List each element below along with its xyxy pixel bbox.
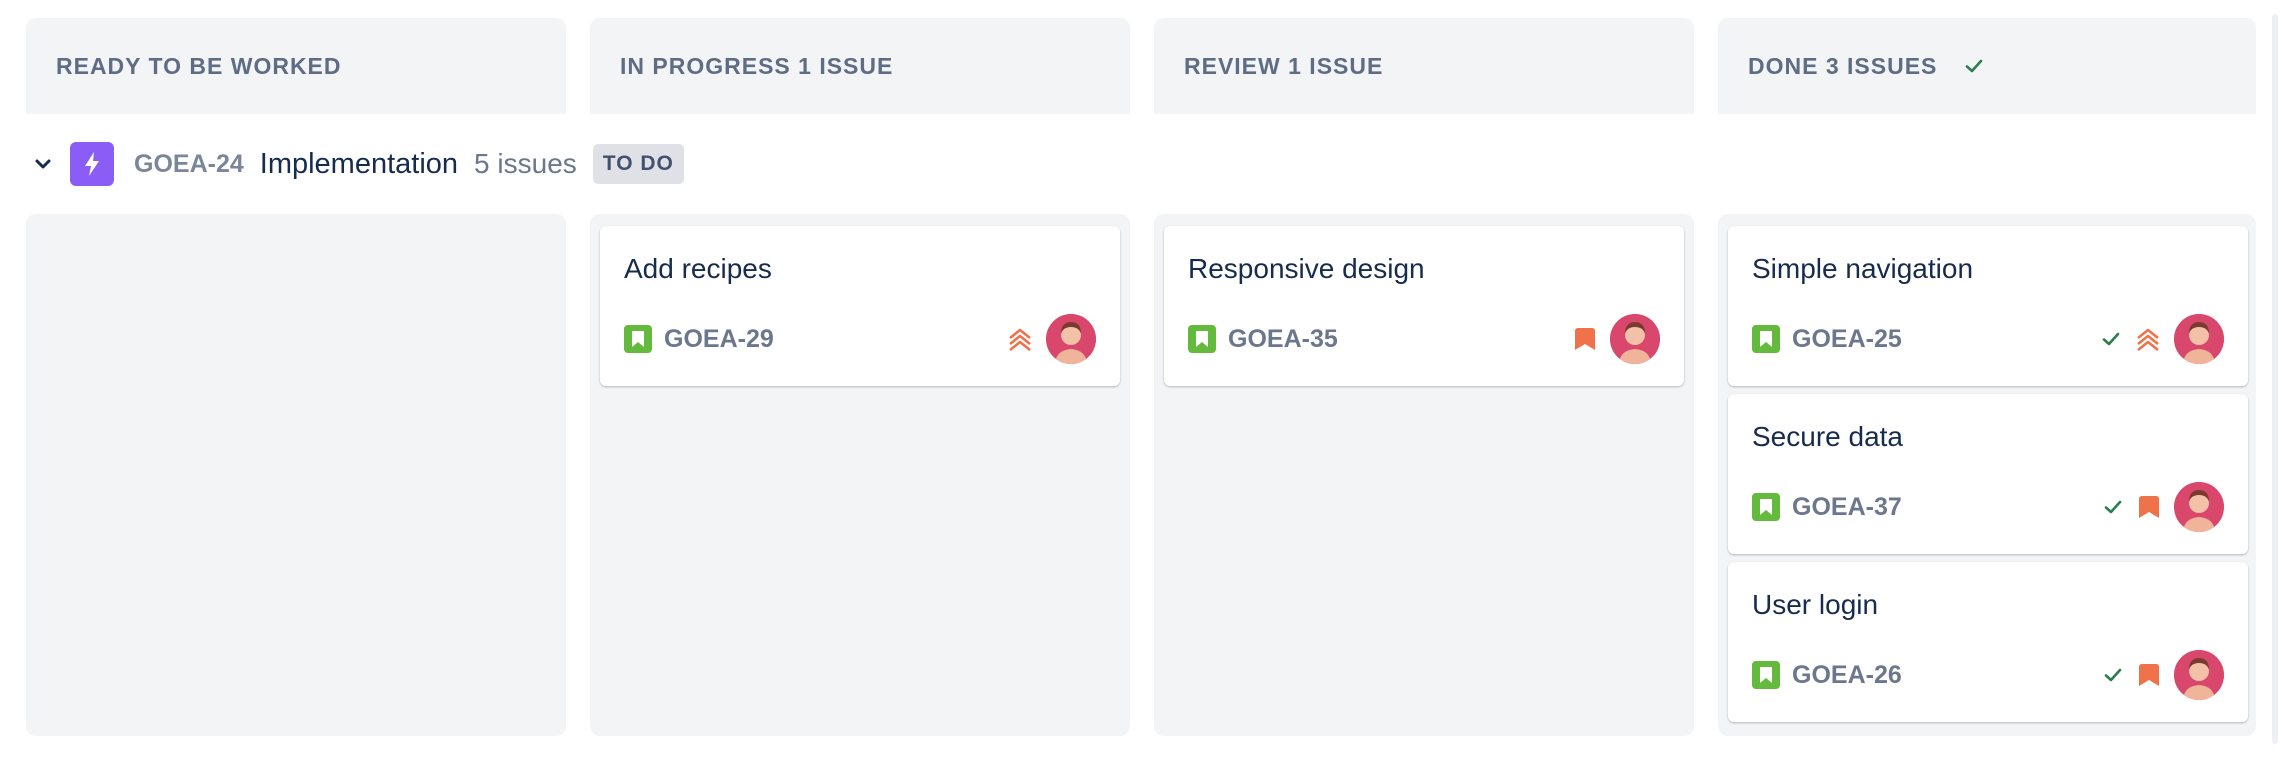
issue-card[interactable]: Secure data GOEA-37: [1728, 394, 2248, 554]
priority-medium-icon: [1572, 325, 1598, 353]
kanban-board: READY TO BE WORKED IN PROGRESS 1 ISSUE R…: [0, 0, 2286, 760]
column-title: REVIEW 1 ISSUE: [1184, 52, 1384, 79]
user-avatar[interactable]: [2174, 650, 2224, 700]
issue-card[interactable]: User login GOEA-26: [1728, 562, 2248, 722]
column-title: READY TO BE WORKED: [56, 52, 342, 79]
column-header-ready[interactable]: READY TO BE WORKED: [26, 18, 566, 114]
story-bookmark-icon: [1188, 325, 1216, 353]
priority-medium-icon: [2136, 661, 2162, 689]
story-bookmark-icon: [1752, 493, 1780, 521]
column-title: DONE 3 ISSUES: [1748, 52, 1938, 79]
column-title: IN PROGRESS 1 ISSUE: [620, 52, 894, 79]
epic-lightning-icon: [70, 142, 114, 186]
check-icon: [1963, 55, 1985, 77]
column-header-done[interactable]: DONE 3 ISSUES: [1718, 18, 2256, 114]
priority-highest-icon: [1006, 325, 1034, 353]
user-avatar[interactable]: [1610, 314, 1660, 364]
user-avatar[interactable]: [2174, 482, 2224, 532]
card-title: Add recipes: [624, 253, 772, 284]
column-header-in-progress[interactable]: IN PROGRESS 1 ISSUE: [590, 18, 1130, 114]
check-icon: [2102, 496, 2124, 518]
card-title: Secure data: [1752, 421, 1903, 452]
column-body-in-progress[interactable]: Add recipes GOEA-29: [590, 214, 1130, 736]
issue-key[interactable]: GOEA-25: [1792, 325, 1902, 354]
check-icon: [2102, 664, 2124, 686]
issue-key[interactable]: GOEA-26: [1792, 661, 1902, 690]
issue-key[interactable]: GOEA-37: [1792, 493, 1902, 522]
card-title: Responsive design: [1188, 253, 1425, 284]
status-badge: TO DO: [592, 144, 684, 184]
story-bookmark-icon: [1752, 661, 1780, 689]
epic-key[interactable]: GOEA-24: [134, 150, 244, 179]
column-header-review[interactable]: REVIEW 1 ISSUE: [1154, 18, 1694, 114]
user-avatar[interactable]: [1046, 314, 1096, 364]
column-body-ready[interactable]: [26, 214, 566, 736]
story-bookmark-icon: [624, 325, 652, 353]
issue-key[interactable]: GOEA-35: [1228, 325, 1338, 354]
vertical-scrollbar[interactable]: [2272, 14, 2278, 744]
chevron-down-icon[interactable]: [30, 151, 56, 177]
issue-card[interactable]: Add recipes GOEA-29: [600, 226, 1120, 386]
check-icon: [2100, 328, 2122, 350]
epic-swimlane-header[interactable]: GOEA-24 Implementation 5 issues TO DO: [30, 140, 684, 188]
story-bookmark-icon: [1752, 325, 1780, 353]
issue-card[interactable]: Simple navigation GOEA-25: [1728, 226, 2248, 386]
issue-key[interactable]: GOEA-29: [664, 325, 774, 354]
card-title: Simple navigation: [1752, 253, 1974, 284]
column-body-review[interactable]: Responsive design GOEA-35: [1154, 214, 1694, 736]
issue-card[interactable]: Responsive design GOEA-35: [1164, 226, 1684, 386]
epic-title: Implementation: [259, 147, 459, 180]
priority-highest-icon: [2134, 325, 2162, 353]
card-title: User login: [1752, 589, 1879, 620]
user-avatar[interactable]: [2174, 314, 2224, 364]
priority-medium-icon: [2136, 493, 2162, 521]
column-body-done[interactable]: Simple navigation GOEA-25 Secure data GO…: [1718, 214, 2256, 736]
epic-issue-count: 5 issues: [474, 148, 577, 179]
